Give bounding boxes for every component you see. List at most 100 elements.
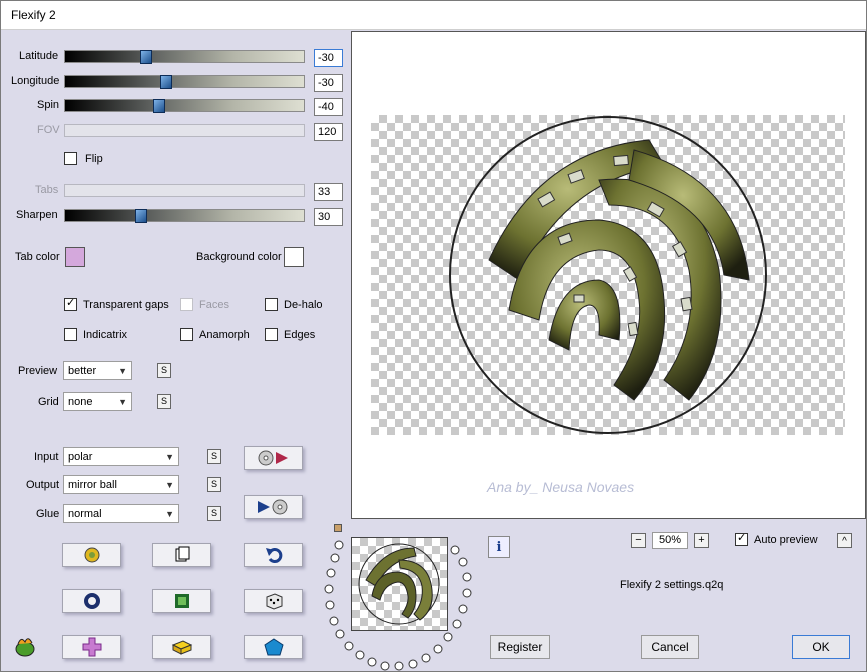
logo-icon bbox=[15, 638, 35, 657]
preview-canvas[interactable]: Ana by_ Neusa Novaes bbox=[351, 31, 866, 519]
grid-select[interactable]: none ▼ bbox=[63, 392, 132, 411]
chevron-down-icon: ▼ bbox=[118, 397, 127, 407]
flexify-dialog: Flexify 2 Latitude -30 Longitude -30 Spi… bbox=[0, 0, 867, 672]
check-icon: ✓ bbox=[66, 297, 76, 309]
de-halo-label: De-halo bbox=[284, 299, 323, 311]
randomize-sun-button[interactable] bbox=[62, 543, 121, 567]
ok-button[interactable]: OK bbox=[792, 635, 850, 659]
tab-color-label: Tab color bbox=[15, 251, 60, 263]
glue-value: normal bbox=[68, 508, 102, 520]
plus-shape-button[interactable] bbox=[62, 635, 121, 659]
preview-s-button[interactable]: S bbox=[157, 363, 171, 378]
indicatrix-checkbox[interactable] bbox=[64, 328, 77, 341]
edges-checkbox[interactable] bbox=[265, 328, 278, 341]
dice-icon bbox=[266, 593, 282, 610]
chevron-down-icon: ▼ bbox=[165, 452, 174, 462]
sharpen-slider[interactable] bbox=[64, 209, 305, 223]
settings-file-name: Flexify 2 settings.q2q bbox=[620, 579, 724, 591]
longitude-label: Longitude bbox=[11, 75, 60, 87]
preview-quality-value: better bbox=[68, 365, 97, 377]
square-button[interactable] bbox=[152, 589, 211, 613]
zoom-out-button[interactable]: − bbox=[631, 533, 646, 548]
longitude-value[interactable]: -30 bbox=[314, 74, 343, 92]
ring-icon bbox=[83, 593, 100, 609]
fov-slider bbox=[64, 124, 305, 137]
latitude-slider[interactable] bbox=[64, 50, 305, 64]
navigator-ring bbox=[324, 540, 472, 671]
register-button[interactable]: Register bbox=[490, 635, 550, 659]
info-button[interactable]: i bbox=[488, 536, 510, 558]
collapse-button[interactable]: ^ bbox=[837, 533, 852, 548]
watermark-text: Ana by_ Neusa Novaes bbox=[487, 479, 635, 495]
spin-slider[interactable] bbox=[64, 99, 305, 113]
brick-button[interactable] bbox=[152, 635, 211, 659]
cancel-button[interactable]: Cancel bbox=[641, 635, 699, 659]
undo-button[interactable] bbox=[244, 543, 303, 567]
faces-label: Faces bbox=[199, 299, 229, 311]
input-value: polar bbox=[68, 451, 93, 463]
output-transform-button[interactable] bbox=[244, 495, 303, 519]
glue-select[interactable]: normal ▼ bbox=[63, 504, 179, 523]
auto-preview-label: Auto preview bbox=[754, 534, 818, 546]
sharpen-thumb[interactable] bbox=[135, 209, 147, 223]
brick-icon bbox=[171, 640, 192, 655]
preview-quality-select[interactable]: better ▼ bbox=[63, 361, 132, 380]
pentagon-icon bbox=[263, 638, 284, 656]
anamorph-checkbox[interactable] bbox=[180, 328, 193, 341]
output-s-button[interactable]: S bbox=[207, 477, 221, 492]
faces-checkbox bbox=[180, 298, 193, 311]
longitude-slider[interactable] bbox=[64, 75, 305, 89]
input-transform-button[interactable] bbox=[244, 446, 303, 470]
background-color-label: Background color bbox=[196, 251, 282, 263]
disc-to-arrow-icon bbox=[258, 450, 288, 466]
fov-value[interactable]: 120 bbox=[314, 123, 343, 141]
longitude-thumb[interactable] bbox=[160, 75, 172, 89]
arrow-to-disc-icon bbox=[257, 499, 287, 515]
edges-label: Edges bbox=[284, 329, 316, 341]
plus-shape-icon bbox=[82, 637, 101, 657]
flip-checkbox[interactable] bbox=[64, 152, 77, 165]
pentagon-button[interactable] bbox=[244, 635, 303, 659]
undo-icon bbox=[265, 548, 282, 563]
glue-label: Glue bbox=[36, 508, 60, 520]
fov-label: FOV bbox=[37, 124, 60, 136]
preview-quality-label: Preview bbox=[18, 365, 58, 377]
latitude-label: Latitude bbox=[19, 50, 59, 62]
spin-thumb[interactable] bbox=[153, 99, 165, 113]
zoom-in-button[interactable]: + bbox=[694, 533, 709, 548]
grid-label: Grid bbox=[38, 396, 59, 408]
chevron-down-icon: ▼ bbox=[165, 509, 174, 519]
glue-s-button[interactable]: S bbox=[207, 506, 221, 521]
chevron-down-icon: ▼ bbox=[118, 366, 127, 376]
tabs-slider bbox=[64, 184, 305, 197]
tab-color-swatch[interactable] bbox=[65, 247, 85, 267]
tabs-value[interactable]: 33 bbox=[314, 183, 343, 201]
ring-button[interactable] bbox=[62, 589, 121, 613]
flaming-pear-logo bbox=[13, 634, 37, 658]
copy-button[interactable] bbox=[152, 543, 211, 567]
output-label: Output bbox=[26, 479, 60, 491]
input-select[interactable]: polar ▼ bbox=[63, 447, 179, 466]
sharpen-label: Sharpen bbox=[16, 209, 58, 221]
output-select[interactable]: mirror ball ▼ bbox=[63, 475, 179, 494]
output-value: mirror ball bbox=[68, 479, 117, 491]
de-halo-checkbox[interactable] bbox=[265, 298, 278, 311]
info-icon: i bbox=[496, 539, 502, 555]
grid-s-button[interactable]: S bbox=[157, 394, 171, 409]
background-color-swatch[interactable] bbox=[284, 247, 304, 267]
sharpen-value[interactable]: 30 bbox=[314, 208, 343, 226]
square-icon bbox=[174, 594, 189, 608]
spin-value[interactable]: -40 bbox=[314, 98, 343, 116]
mirror-ball-image bbox=[449, 116, 767, 434]
window-title: Flexify 2 bbox=[11, 8, 56, 22]
transparent-gaps-checkbox[interactable]: ✓ bbox=[64, 297, 77, 311]
input-s-button[interactable]: S bbox=[207, 449, 221, 464]
latitude-value[interactable]: -30 bbox=[314, 49, 343, 67]
random-dice-button[interactable] bbox=[244, 589, 303, 613]
latitude-thumb[interactable] bbox=[140, 50, 152, 64]
grid-value: none bbox=[68, 396, 93, 408]
transparent-gaps-label: Transparent gaps bbox=[83, 299, 169, 311]
check-icon: ✓ bbox=[737, 532, 747, 544]
input-label: Input bbox=[34, 451, 59, 463]
auto-preview-checkbox[interactable]: ✓ bbox=[735, 532, 748, 546]
